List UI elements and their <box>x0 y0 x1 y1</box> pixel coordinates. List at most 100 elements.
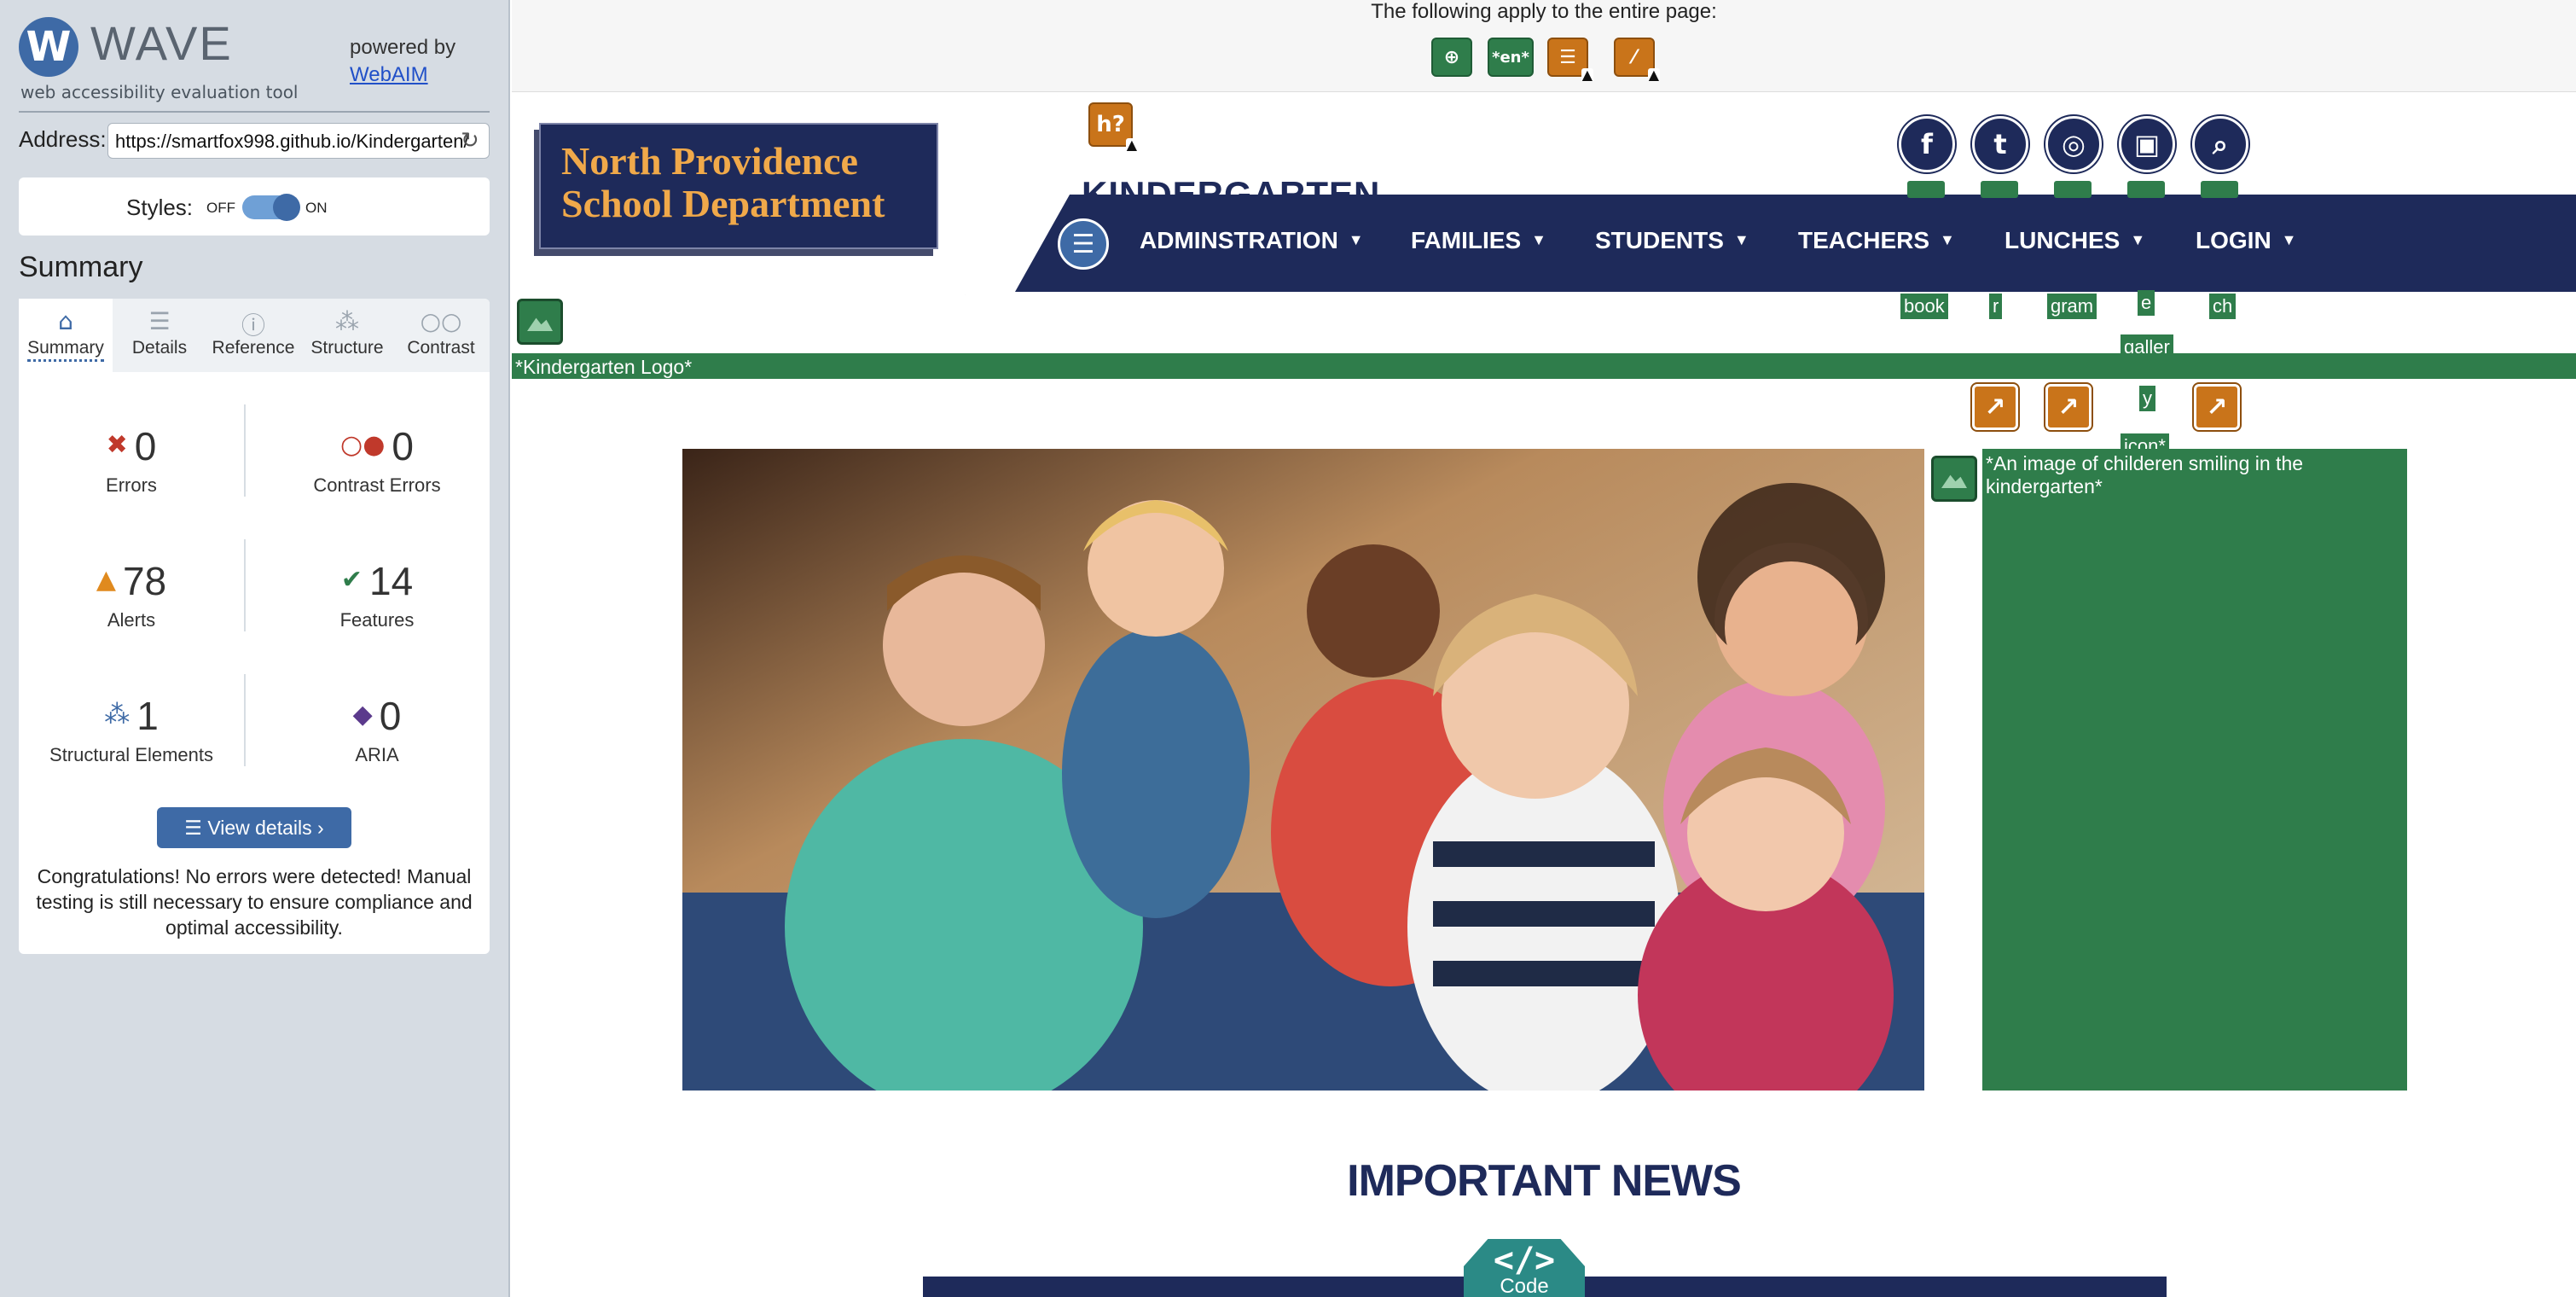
search-icon[interactable]: ⌕ <box>2192 116 2248 172</box>
site-logo[interactable]: North Providence School Department <box>539 123 938 249</box>
alert-document-icon[interactable]: ☰ ▲ <box>1547 38 1593 82</box>
styles-on-label: ON <box>305 200 328 216</box>
external-link-alert-icon[interactable]: ↗ <box>2045 384 2092 430</box>
chevron-down-icon: ▼ <box>1531 231 1546 248</box>
tab-reference[interactable]: ⓘ Reference <box>206 299 300 372</box>
stat-errors[interactable]: ✖ 0 Errors <box>19 423 244 497</box>
list-icon: ☰ <box>148 307 171 335</box>
contrast-errors-label: Contrast Errors <box>313 474 441 496</box>
nav-adminstration[interactable]: ADMINSTRATION ▼ <box>1140 227 1364 254</box>
tab-contrast[interactable]: ○○ Contrast <box>394 299 488 372</box>
toggle-knob <box>273 194 300 221</box>
alt-text-logo: *Kindergarten Logo* <box>512 353 2576 379</box>
tab-summary[interactable]: ⌂ Summary <box>19 299 113 372</box>
alerts-label: Alerts <box>107 609 156 631</box>
tab-label: Details <box>131 338 188 358</box>
alt-tag-search: ch <box>2209 294 2237 319</box>
site-logo-line1: North Providence <box>561 139 858 183</box>
nav-students[interactable]: STUDENTS ▼ <box>1595 227 1749 254</box>
stat-aria[interactable]: ◆ 0 ARIA <box>264 693 490 766</box>
facebook-icon[interactable]: f <box>1899 116 1955 172</box>
warning-icon: ▲ <box>1647 67 1660 83</box>
twitter-icon[interactable]: t <box>1972 116 2028 172</box>
structural-label: Structural Elements <box>49 744 213 765</box>
features-label: Features <box>339 609 415 631</box>
stat-structural[interactable]: ⁂ 1 Structural Elements <box>19 693 244 766</box>
alt-tag-twitter: r <box>1989 294 2003 319</box>
help-label: h? <box>1096 112 1125 137</box>
nav-login[interactable]: LOGIN ▼ <box>2196 227 2297 254</box>
stat-features[interactable]: ✔ 14 Features <box>264 558 490 631</box>
nav-lunches[interactable]: LUNCHES ▼ <box>2005 227 2145 254</box>
screenshot-root: W WAVE web accessibility evaluation tool… <box>0 0 2576 1297</box>
contrast-icon: ○○ <box>420 307 462 335</box>
warning-icon: ▲ <box>1581 67 1593 83</box>
home-icon: ⌂ <box>58 307 73 335</box>
alt-tag-facebook: book <box>1900 294 1948 319</box>
external-link-alert-icon[interactable]: ↗ <box>1972 384 2018 430</box>
code-icon[interactable]: </> Code <box>1464 1239 1585 1297</box>
panel-tabs: ⌂ Summary ☰ Details ⓘ Reference ⁂ Struct… <box>19 299 490 372</box>
external-link-alert-icon[interactable]: ↗ <box>2194 384 2240 430</box>
tab-label: Reference <box>212 338 295 358</box>
evaluated-page: The following apply to the entire page: … <box>512 0 2576 1297</box>
page-level-bar: The following apply to the entire page: … <box>512 0 2576 92</box>
lang-en-icon[interactable]: *en* <box>1488 38 1534 77</box>
address-label: Address: <box>19 126 107 152</box>
contrast-error-icon: ○● <box>340 430 386 460</box>
alerts-count: 78 <box>122 559 167 603</box>
tab-structure[interactable]: ⁂ Structure <box>300 299 394 372</box>
styles-toggle-box: Styles: OFF ON <box>19 177 490 236</box>
tab-label: Structure <box>310 338 384 358</box>
styles-label: Styles: <box>126 195 194 220</box>
image-alt-icon[interactable] <box>1931 456 1977 502</box>
view-details-button[interactable]: ☰ View details › <box>157 807 351 848</box>
heading-alert-icon[interactable]: h? ▲ <box>1088 102 1138 152</box>
errors-count: 0 <box>134 424 157 468</box>
instagram-icon[interactable]: ◎ <box>2045 116 2102 172</box>
image-alt-icon[interactable] <box>517 299 563 345</box>
wave-logo-icon: W <box>19 17 78 77</box>
language-icon[interactable]: ⊕ <box>1431 38 1472 77</box>
alt-text-icon[interactable] <box>2127 181 2165 198</box>
alt-tag-gallery-3: y <box>2139 386 2155 411</box>
wave-sidebar: W WAVE web accessibility evaluation tool… <box>0 0 510 1297</box>
structure-icon: ⁂ <box>335 307 359 335</box>
alt-text-icon[interactable] <box>1907 181 1945 198</box>
alert-noscript-icon[interactable]: ⁄ ▲ <box>1614 38 1660 82</box>
structure-icon: ⁂ <box>104 700 131 730</box>
hero-image <box>682 449 1924 1091</box>
stat-alerts[interactable]: ▲ 78 Alerts <box>19 558 244 631</box>
tab-label: Contrast <box>407 338 475 358</box>
summary-panel: ⌂ Summary ☰ Details ⓘ Reference ⁂ Struct… <box>19 299 490 954</box>
stat-divider <box>244 404 246 497</box>
divider <box>19 111 490 113</box>
alt-text-hero: *An image of childeren smiling in the ki… <box>1982 449 2407 1091</box>
aria-icon: ◆ <box>352 700 373 730</box>
warning-icon: ▲ <box>1125 137 1138 153</box>
styles-off-label: OFF <box>206 200 235 216</box>
tab-details[interactable]: ☰ Details <box>113 299 206 372</box>
stat-contrast-errors[interactable]: ○● 0 Contrast Errors <box>264 423 490 497</box>
menu-list-icon[interactable]: ☰ <box>1058 218 1109 270</box>
alt-text-icon[interactable] <box>1981 181 2018 198</box>
address-input[interactable]: https://smartfox998.github.io/Kindergart… <box>107 123 490 159</box>
tab-label: Summary <box>27 338 104 362</box>
code-label: Code <box>1500 1275 1549 1297</box>
reload-icon[interactable]: ↻ <box>461 128 479 154</box>
alt-text-icon[interactable] <box>2201 181 2238 198</box>
nav-teachers[interactable]: TEACHERS ▼ <box>1798 227 1955 254</box>
chevron-down-icon: ▼ <box>2281 231 2297 248</box>
chevron-down-icon: ▼ <box>1348 231 1364 248</box>
alt-text-icon[interactable] <box>2054 181 2092 198</box>
image-icon <box>1941 474 1967 488</box>
powered-by: powered by WebAIM <box>350 36 455 87</box>
alt-tag-gallery: e <box>2138 290 2155 316</box>
nav-label: LUNCHES <box>2005 227 2121 253</box>
styles-toggle[interactable] <box>242 194 300 221</box>
webaim-link[interactable]: WebAIM <box>350 63 455 87</box>
nav-families[interactable]: FAMILIES ▼ <box>1411 227 1546 254</box>
image-icon <box>527 317 553 331</box>
gallery-icon[interactable]: ▣ <box>2119 116 2175 172</box>
stat-divider <box>244 539 246 631</box>
